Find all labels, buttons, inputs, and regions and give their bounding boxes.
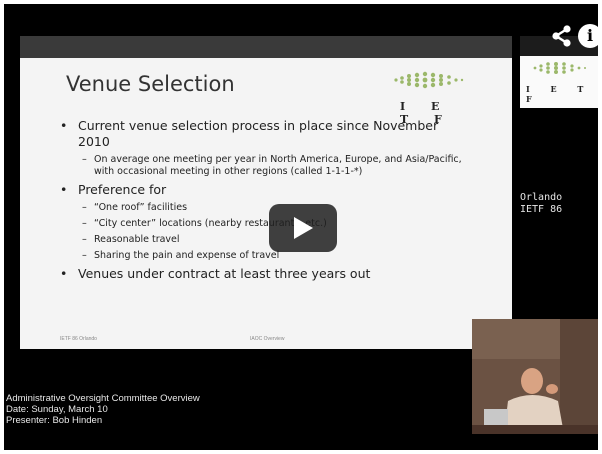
presenter-image bbox=[472, 319, 598, 434]
sub-bullet: Reasonable travel bbox=[56, 234, 466, 246]
ietf-dots-graphic bbox=[394, 71, 464, 89]
caption-presenter: Presenter: Bob Hinden bbox=[6, 415, 103, 426]
info-icon: i bbox=[586, 26, 594, 45]
location-event: IETF 86 bbox=[520, 204, 563, 215]
slide-footer-left: IETF 86 Orlando bbox=[60, 336, 97, 342]
side-ietf-text: I E T F bbox=[526, 84, 593, 104]
sub-bullet: “One roof” facilities bbox=[56, 202, 466, 214]
ietf-logo: I E T F bbox=[382, 66, 482, 126]
caption-date: Date: Sunday, March 10 bbox=[6, 404, 108, 415]
location-city: Orlando bbox=[520, 192, 563, 203]
bullet: Venues under contract at least three yea… bbox=[56, 266, 466, 282]
slide-bullets: Current venue selection process in place… bbox=[56, 118, 466, 282]
event-location: Orlando IETF 86 bbox=[520, 192, 562, 216]
play-icon bbox=[294, 217, 313, 239]
presentation-slide: Venue Selection I E T F Current venue se… bbox=[20, 36, 512, 349]
caption-title: Administrative Oversight Committee Overv… bbox=[6, 393, 200, 404]
slide-footer-center: IAOC Overview bbox=[250, 336, 285, 342]
sub-bullet: “City center” locations (nearby restaura… bbox=[56, 218, 466, 230]
share-icon bbox=[552, 25, 571, 47]
video-player[interactable]: Venue Selection I E T F Current venue se… bbox=[4, 4, 598, 450]
sub-bullet: Sharing the pain and expense of travel bbox=[56, 250, 466, 262]
sub-bullet: On average one meeting per year in North… bbox=[56, 154, 466, 178]
slide-title: Venue Selection bbox=[66, 72, 235, 96]
video-caption: Administrative Oversight Committee Overv… bbox=[6, 393, 200, 426]
play-button[interactable] bbox=[269, 204, 337, 252]
slide-header-bar bbox=[20, 36, 512, 58]
presenter-video bbox=[472, 319, 598, 434]
bullet: Preference for bbox=[56, 182, 466, 198]
share-button[interactable] bbox=[550, 24, 574, 48]
bullet: Current venue selection process in place… bbox=[56, 118, 466, 150]
side-ietf-dots-graphic bbox=[533, 62, 586, 74]
info-button[interactable]: i bbox=[578, 24, 598, 48]
